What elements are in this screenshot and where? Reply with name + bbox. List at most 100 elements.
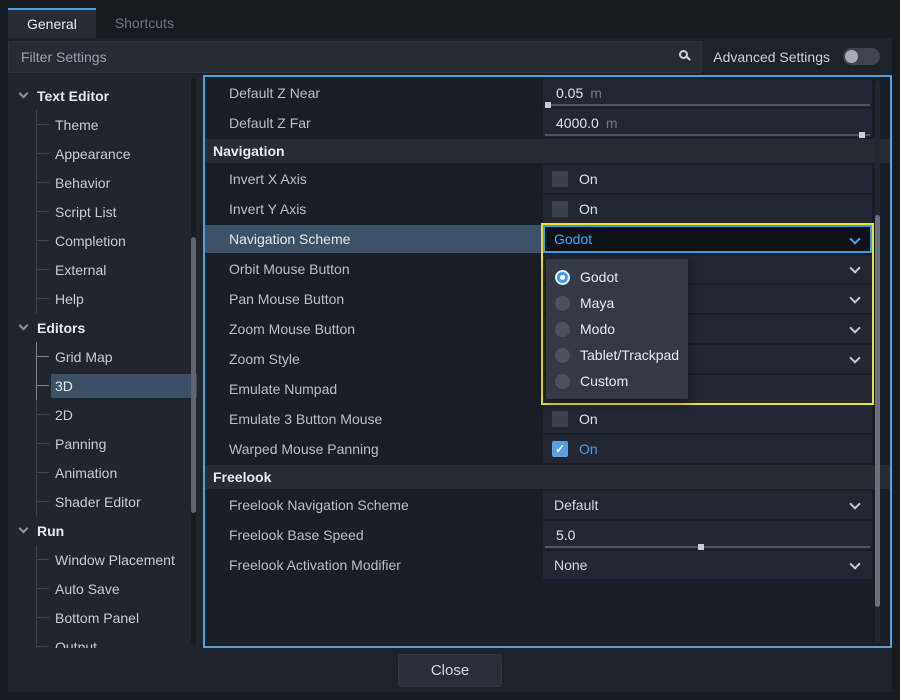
spin-slider-freelook-base-speed[interactable]: 5.0 (543, 521, 872, 549)
sidebar-category-run[interactable]: Run (8, 516, 200, 545)
tree-branch: Window PlacementAuto SaveBottom Panel Out… (36, 545, 200, 648)
sidebar-item-grid-map[interactable]: Grid Map (37, 342, 200, 371)
checkbox-unchecked-icon[interactable] (552, 171, 568, 187)
tree-branch: Grid Map 3D (36, 342, 200, 400)
radio-unselected-icon (555, 374, 570, 389)
settings-row-zoom-style: Zoom Style (205, 345, 872, 373)
sidebar-item-label: Output (51, 635, 197, 649)
popup-option-custom[interactable]: Custom (546, 368, 688, 394)
slider-handle[interactable] (859, 132, 865, 138)
sidebar-item-behavior[interactable]: Behavior (37, 168, 200, 197)
sidebar-item-window-placement[interactable]: Window Placement (37, 545, 200, 574)
sidebar-item-label: Grid Map (51, 345, 197, 369)
sidebar-item-completion[interactable]: Completion (37, 226, 200, 255)
sidebar-item-label: Window Placement (51, 548, 197, 572)
toggle-knob (845, 50, 858, 63)
checkbox-unchecked-icon[interactable] (552, 411, 568, 427)
popup-option-godot[interactable]: Godot (546, 264, 688, 290)
navigation-scheme-popup: GodotMaya Modo Tablet/TrackpadCustom (546, 259, 688, 399)
chevron-down-icon (849, 322, 860, 333)
sidebar-item-2d[interactable]: 2D (37, 400, 200, 429)
setting-label: Zoom Mouse Button (205, 315, 543, 343)
setting-label: Emulate Numpad (205, 375, 543, 403)
popup-option-modo[interactable]: Modo (546, 316, 688, 342)
setting-label: Freelook Base Speed (205, 521, 543, 549)
sidebar-item-label: Shader Editor (51, 490, 197, 514)
dropdown-freelook-navigation-scheme[interactable]: Default (543, 491, 872, 519)
settings-row-navigation-scheme: Navigation SchemeGodotGodotMayaModoTable… (205, 225, 872, 253)
on-label: On (579, 171, 598, 187)
sidebar-item-3d[interactable]: 3D (37, 371, 200, 400)
setting-label: Navigation Scheme (205, 225, 543, 253)
radio-unselected-icon (555, 296, 570, 311)
setting-value: On (543, 165, 872, 193)
tab-general[interactable]: General (8, 8, 96, 38)
spin-value: 5.0 (556, 527, 575, 543)
sidebar-category-text-editor[interactable]: Text Editor (8, 81, 200, 110)
popup-option-maya[interactable]: Maya (546, 290, 688, 316)
chevron-down-icon (849, 233, 860, 244)
unit-suffix: m (590, 85, 602, 101)
radio-unselected-icon (555, 322, 570, 337)
chevron-down-icon (19, 89, 29, 99)
setting-label: Invert X Axis (205, 165, 543, 193)
sidebar-item-label: Behavior (51, 171, 197, 195)
checkbox-checked-icon[interactable]: ✓ (552, 441, 568, 457)
advanced-settings-toggle[interactable] (843, 48, 880, 65)
sidebar-category-label: Editors (37, 320, 85, 336)
settings-row-default-z-near: Default Z Near0.05m (205, 79, 872, 107)
section-header-navigation: Navigation (205, 139, 890, 163)
editor-settings-window: Advanced Settings Text EditorThemeAppear… (8, 38, 892, 692)
checkbox-unchecked-icon[interactable] (552, 201, 568, 217)
settings-body: Text Editor ThemeAppearance BehaviorScript… (8, 75, 892, 648)
search-icon (679, 50, 688, 59)
slider-track (545, 134, 870, 136)
chevron-down-icon (849, 558, 860, 569)
sidebar-item-help[interactable]: Help (37, 284, 200, 313)
tab-bar: General Shortcuts (0, 0, 900, 38)
sidebar-item-script-list[interactable]: Script List (37, 197, 200, 226)
slider-handle[interactable] (545, 102, 551, 108)
spin-value: 0.05 (556, 85, 583, 101)
sidebar-item-animation[interactable]: Animation (37, 458, 200, 487)
tab-shortcuts[interactable]: Shortcuts (96, 8, 193, 38)
sidebar-item-label: Panning (51, 432, 197, 456)
setting-label: Pan Mouse Button (205, 285, 543, 313)
check-mark: ✓ (555, 443, 565, 455)
spin-slider-default-z-far[interactable]: 4000.0 m (543, 109, 872, 137)
sidebar-item-auto-save[interactable]: Auto Save (37, 574, 200, 603)
tree-branch: ThemeAppearance BehaviorScript ListComple… (36, 110, 200, 313)
search-field-wrap (8, 41, 702, 73)
sidebar-item-label: 3D (51, 374, 197, 398)
close-button[interactable]: Close (398, 654, 502, 687)
sidebar-item-panning[interactable]: Panning (37, 429, 200, 458)
setting-value: On (543, 195, 872, 223)
sidebar-category-editors[interactable]: Editors (8, 313, 200, 342)
sidebar-item-theme[interactable]: Theme (37, 110, 200, 139)
popup-option-label: Modo (580, 321, 615, 337)
sidebar-scrollbar-thumb[interactable] (191, 237, 196, 513)
unit-suffix: m (606, 115, 618, 131)
spin-slider-default-z-near[interactable]: 0.05 m (543, 79, 872, 107)
sidebar-item-external[interactable]: External (37, 255, 200, 284)
setting-label: Invert Y Axis (205, 195, 543, 223)
sidebar-item-appearance[interactable]: Appearance (37, 139, 200, 168)
dropdown-navigation-scheme[interactable]: GodotGodotMayaModoTablet/TrackpadCustom (543, 225, 872, 253)
sidebar-category-label: Text Editor (37, 88, 109, 104)
panel-scrollbar-thumb[interactable] (875, 215, 880, 607)
chevron-down-icon (849, 262, 860, 273)
slider-handle[interactable] (698, 544, 704, 550)
settings-row-freelook-navigation-scheme: Freelook Navigation SchemeDefault (205, 491, 872, 519)
sidebar-item-output[interactable]: Output (37, 632, 200, 648)
radio-unselected-icon (555, 348, 570, 363)
settings-row-freelook-base-speed: Freelook Base Speed 5.0 (205, 521, 872, 549)
search-input[interactable] (8, 41, 702, 73)
sidebar-item-shader-editor[interactable]: Shader Editor (37, 487, 200, 516)
sidebar-item-label: Theme (51, 113, 197, 137)
spin-value: 4000.0 (556, 115, 599, 131)
sidebar-item-bottom-panel[interactable]: Bottom Panel (37, 603, 200, 632)
popup-option-tablet-trackpad[interactable]: Tablet/Trackpad (546, 342, 688, 368)
section-header-freelook: Freelook (205, 465, 890, 489)
setting-label: Emulate 3 Button Mouse (205, 405, 543, 433)
dropdown-freelook-activation-modifier[interactable]: None (543, 551, 872, 579)
